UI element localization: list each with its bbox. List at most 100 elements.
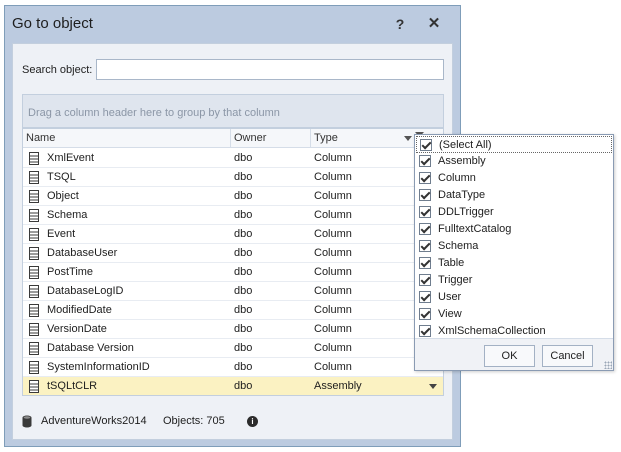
column-object-icon	[29, 285, 39, 298]
filter-item[interactable]: DataType	[416, 187, 612, 204]
search-input[interactable]	[96, 59, 444, 80]
cancel-button[interactable]: Cancel	[542, 345, 593, 367]
info-icon[interactable]: i	[247, 416, 258, 427]
row-name: Database Version	[47, 342, 134, 354]
checkbox-checked-icon[interactable]	[419, 206, 431, 218]
objects-grid: Name Owner Type XmlEvent dbo Column TSQL dbo…	[22, 128, 444, 396]
checkbox-checked-icon[interactable]	[420, 139, 432, 151]
grid-header: Name Owner Type	[23, 129, 443, 148]
checkbox-checked-icon[interactable]	[419, 308, 431, 320]
column-object-icon	[29, 361, 39, 374]
table-row[interactable]: PostTime dbo Column	[23, 263, 443, 282]
filter-item[interactable]: DDLTrigger	[416, 204, 612, 221]
filter-item-label: XmlSchemaCollection	[438, 325, 546, 337]
row-name: DatabaseLogID	[47, 285, 124, 297]
row-name: XmlEvent	[47, 152, 95, 164]
group-by-panel[interactable]: Drag a column header here to group by th…	[22, 94, 444, 128]
filter-item[interactable]: User	[416, 289, 612, 306]
table-row[interactable]: VersionDate dbo Column	[23, 320, 443, 339]
table-row[interactable]: Event dbo Column	[23, 225, 443, 244]
group-panel-hint: Drag a column header here to group by th…	[28, 107, 280, 119]
table-row[interactable]: TSQL dbo Column	[23, 168, 443, 187]
row-owner: dbo	[234, 228, 253, 240]
row-name: tSQLtCLR	[47, 380, 98, 392]
column-object-icon	[29, 209, 39, 222]
row-name: SystemInformationID	[47, 361, 150, 373]
row-type: Column	[314, 190, 352, 202]
database-name: AdventureWorks2014	[41, 415, 147, 427]
resize-grip[interactable]	[604, 361, 612, 369]
checkbox-checked-icon[interactable]	[419, 155, 431, 167]
checkbox-checked-icon[interactable]	[419, 172, 431, 184]
title-bar[interactable]: Go to object ? ✕	[5, 6, 460, 42]
filter-item-label: Table	[438, 257, 465, 269]
filter-item-label: Trigger	[438, 274, 473, 286]
dialog-client-area: Search object: Drag a column header here…	[12, 43, 453, 440]
row-name: Object	[47, 190, 79, 202]
row-owner: dbo	[234, 266, 253, 278]
row-owner: dbo	[234, 152, 253, 164]
type-dropdown-button[interactable]	[425, 377, 442, 395]
table-row[interactable]: tSQLtCLR dbo Assembly	[23, 377, 443, 395]
filter-item-label: Schema	[438, 240, 479, 252]
table-row[interactable]: XmlEvent dbo Column	[23, 149, 443, 168]
help-button[interactable]: ?	[391, 15, 409, 33]
row-name: VersionDate	[47, 323, 107, 335]
row-type: Column	[314, 304, 352, 316]
table-row[interactable]: ModifiedDate dbo Column	[23, 301, 443, 320]
row-type: Column	[314, 342, 352, 354]
row-owner: dbo	[234, 209, 253, 221]
checkbox-checked-icon[interactable]	[419, 274, 431, 286]
row-name: ModifiedDate	[47, 304, 112, 316]
filter-item[interactable]: Trigger	[416, 272, 612, 289]
table-row[interactable]: Database Version dbo Column	[23, 339, 443, 358]
table-row[interactable]: DatabaseLogID dbo Column	[23, 282, 443, 301]
close-button[interactable]: ✕	[425, 15, 443, 33]
checkbox-checked-icon[interactable]	[419, 223, 431, 235]
row-type: Column	[314, 247, 352, 259]
filter-item[interactable]: Column	[416, 170, 612, 187]
row-type: Assembly	[314, 380, 362, 392]
checkbox-checked-icon[interactable]	[419, 189, 431, 201]
filter-item-label: (Select All)	[439, 139, 492, 151]
row-type: Column	[314, 323, 352, 335]
filter-item[interactable]: View	[416, 306, 612, 323]
row-type: Column	[314, 171, 352, 183]
row-name: TSQL	[47, 171, 76, 183]
checkbox-checked-icon[interactable]	[419, 257, 431, 269]
filter-item-label: Assembly	[438, 155, 486, 167]
row-name: Event	[47, 228, 76, 240]
row-type: Column	[314, 285, 352, 297]
row-owner: dbo	[234, 190, 253, 202]
type-filter-popup: (Select All) Assembly Column DataType DDLTri…	[414, 134, 614, 371]
filter-item[interactable]: FulltextCatalog	[416, 221, 612, 238]
row-name: DatabaseUser	[47, 247, 118, 259]
column-header-owner[interactable]: Owner	[231, 129, 311, 148]
column-object-icon	[29, 342, 39, 355]
row-owner: dbo	[234, 380, 253, 392]
table-row[interactable]: DatabaseUser dbo Column	[23, 244, 443, 263]
filter-item-label: Column	[438, 172, 476, 184]
filter-item[interactable]: (Select All)	[416, 136, 612, 153]
filter-item[interactable]: Assembly	[416, 153, 612, 170]
table-row[interactable]: Object dbo Column	[23, 187, 443, 206]
search-label: Search object:	[22, 64, 93, 76]
sort-down-icon[interactable]	[404, 136, 412, 141]
checkbox-checked-icon[interactable]	[419, 291, 431, 303]
chevron-down-icon	[429, 384, 437, 389]
column-object-icon	[29, 380, 39, 393]
row-owner: dbo	[234, 285, 253, 297]
table-row[interactable]: SystemInformationID dbo Column	[23, 358, 443, 377]
table-row[interactable]: Schema dbo Column	[23, 206, 443, 225]
database-icon	[22, 415, 32, 428]
column-header-name[interactable]: Name	[23, 129, 231, 148]
filter-item[interactable]: Schema	[416, 238, 612, 255]
ok-button[interactable]: OK	[484, 345, 535, 367]
row-type: Column	[314, 228, 352, 240]
column-object-icon	[29, 304, 39, 317]
row-owner: dbo	[234, 171, 253, 183]
column-object-icon	[29, 323, 39, 336]
checkbox-checked-icon[interactable]	[419, 240, 431, 252]
checkbox-checked-icon[interactable]	[419, 325, 431, 337]
filter-item[interactable]: Table	[416, 255, 612, 272]
